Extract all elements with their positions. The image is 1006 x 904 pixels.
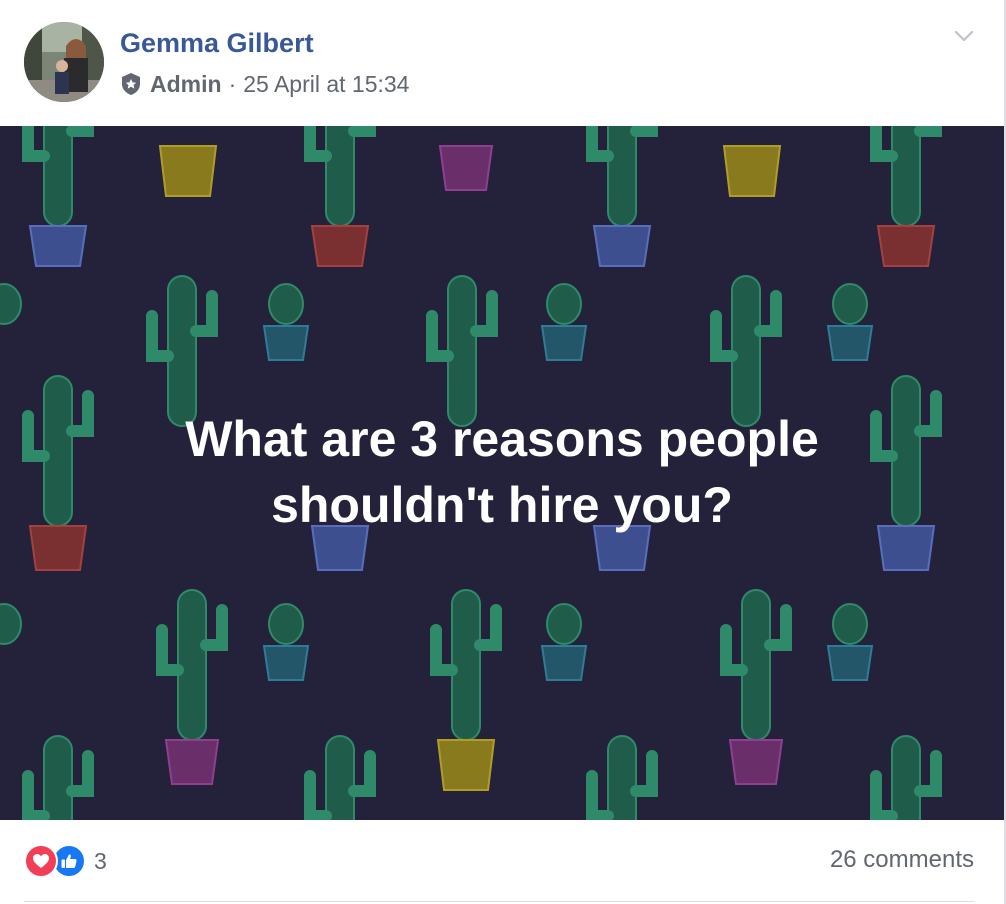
post-footer: 3 26 comments bbox=[0, 820, 1004, 904]
post-meta: Admin · 25 April at 15:34 bbox=[120, 70, 409, 98]
admin-badge-label: Admin bbox=[150, 70, 222, 97]
post-header: Gemma Gilbert Admin · 25 April at 15:34 bbox=[0, 0, 1004, 126]
post-text-line-1: What are 3 reasons people bbox=[185, 411, 819, 467]
post-card: Gemma Gilbert Admin · 25 April at 15:34 bbox=[0, 0, 1006, 904]
comments-count-link[interactable]: 26 comments bbox=[830, 846, 974, 874]
reaction-count: 3 bbox=[94, 847, 107, 874]
heart-icon bbox=[24, 844, 58, 878]
chevron-down-icon[interactable] bbox=[952, 24, 976, 48]
post-timestamp[interactable]: 25 April at 15:34 bbox=[243, 71, 409, 98]
author-name[interactable]: Gemma Gilbert bbox=[120, 28, 314, 59]
avatar[interactable] bbox=[24, 22, 104, 102]
post-text-line-2: shouldn't hire you? bbox=[271, 477, 733, 533]
reactions-summary[interactable]: 3 bbox=[24, 844, 107, 878]
meta-separator: · bbox=[228, 70, 237, 97]
admin-shield-icon bbox=[120, 72, 142, 96]
post-background: What are 3 reasons people shouldn't hire… bbox=[0, 126, 1004, 820]
footer-divider bbox=[24, 901, 974, 902]
post-status-text: What are 3 reasons people shouldn't hire… bbox=[0, 406, 1004, 538]
